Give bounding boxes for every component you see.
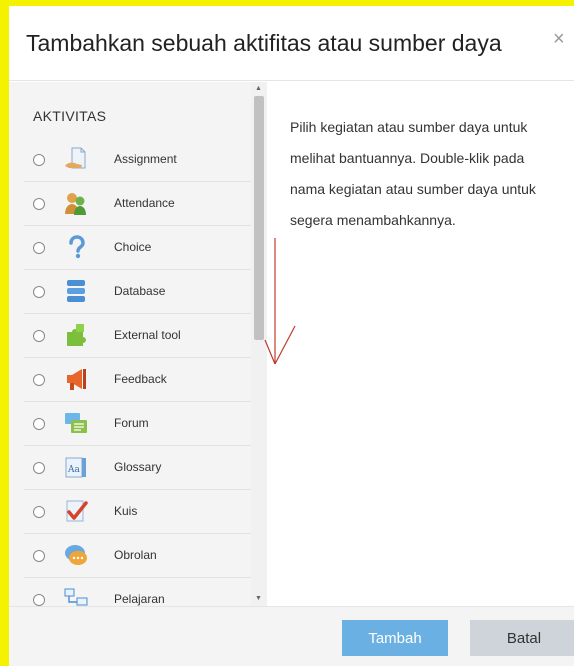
attendance-icon	[65, 193, 86, 215]
dialog-footer: Tambah Batal	[9, 606, 574, 666]
option-label: Choice	[114, 240, 152, 254]
option-label: External tool	[114, 328, 181, 342]
help-text: Pilih kegiatan atau sumber daya untuk me…	[290, 119, 536, 228]
scroll-up-arrow-icon[interactable]: ▲	[255, 85, 262, 93]
option-database[interactable]: Database	[24, 270, 252, 314]
option-glossary[interactable]: Aa Glossary	[24, 446, 252, 490]
glossary-icon: Aa	[65, 457, 86, 478]
option-label: Attendance	[114, 196, 175, 210]
option-attendance[interactable]: Attendance	[24, 182, 252, 226]
scroll-down-arrow-icon[interactable]: ▼	[255, 595, 262, 603]
option-feedback[interactable]: Feedback	[24, 358, 252, 402]
quiz-icon	[66, 500, 88, 522]
svg-text:Aa: Aa	[67, 465, 80, 475]
radio-button[interactable]	[33, 330, 45, 342]
dialog-header: Tambahkan sebuah aktifitas atau sumber d…	[9, 6, 574, 81]
lesson-icon	[64, 588, 88, 606]
option-external-tool[interactable]: External tool	[24, 314, 252, 358]
option-label: Obrolan	[114, 548, 157, 562]
feedback-icon	[67, 369, 86, 390]
radio-button[interactable]	[33, 550, 45, 562]
radio-button[interactable]	[33, 154, 45, 166]
radio-button[interactable]	[33, 242, 45, 254]
option-forum[interactable]: Forum	[24, 402, 252, 446]
cancel-button[interactable]: Batal	[470, 620, 574, 656]
option-label: Feedback	[114, 372, 167, 386]
choice-icon	[69, 235, 85, 259]
option-label: Pelajaran	[114, 592, 165, 606]
radio-button[interactable]	[33, 506, 45, 518]
chat-icon	[65, 545, 87, 565]
option-assignment[interactable]: Assignment	[24, 138, 252, 182]
option-chat[interactable]: Obrolan	[24, 534, 252, 578]
radio-button[interactable]	[33, 462, 45, 474]
activity-option-list: Assignment Attendance Choice Database Ex…	[24, 138, 252, 606]
radio-button[interactable]	[33, 198, 45, 210]
section-title-activities: AKTIVITAS	[33, 108, 107, 124]
dialog-title: Tambahkan sebuah aktifitas atau sumber d…	[26, 30, 502, 56]
assignment-icon	[65, 147, 86, 169]
database-icon	[67, 280, 85, 302]
activity-list-pane: AKTIVITAS Assignment Attendance Choice D…	[9, 82, 267, 606]
option-label: Kuis	[114, 504, 138, 518]
add-button[interactable]: Tambah	[342, 620, 448, 656]
forum-icon	[65, 413, 87, 433]
radio-button[interactable]	[33, 374, 45, 386]
radio-button[interactable]	[33, 594, 45, 606]
annotation-arrow-icon	[264, 238, 296, 365]
option-label: Database	[114, 284, 166, 298]
option-label: Assignment	[114, 152, 177, 166]
option-quiz[interactable]: Kuis	[24, 490, 252, 534]
radio-button[interactable]	[33, 418, 45, 430]
radio-button[interactable]	[33, 286, 45, 298]
close-icon[interactable]: ×	[553, 28, 565, 51]
option-label: Forum	[114, 416, 149, 430]
external-tool-icon	[67, 324, 86, 346]
option-choice[interactable]: Choice	[24, 226, 252, 270]
add-activity-dialog: Tambahkan sebuah aktifitas atau sumber d…	[9, 6, 574, 666]
option-lesson[interactable]: Pelajaran	[24, 578, 252, 606]
option-label: Glossary	[114, 460, 162, 474]
